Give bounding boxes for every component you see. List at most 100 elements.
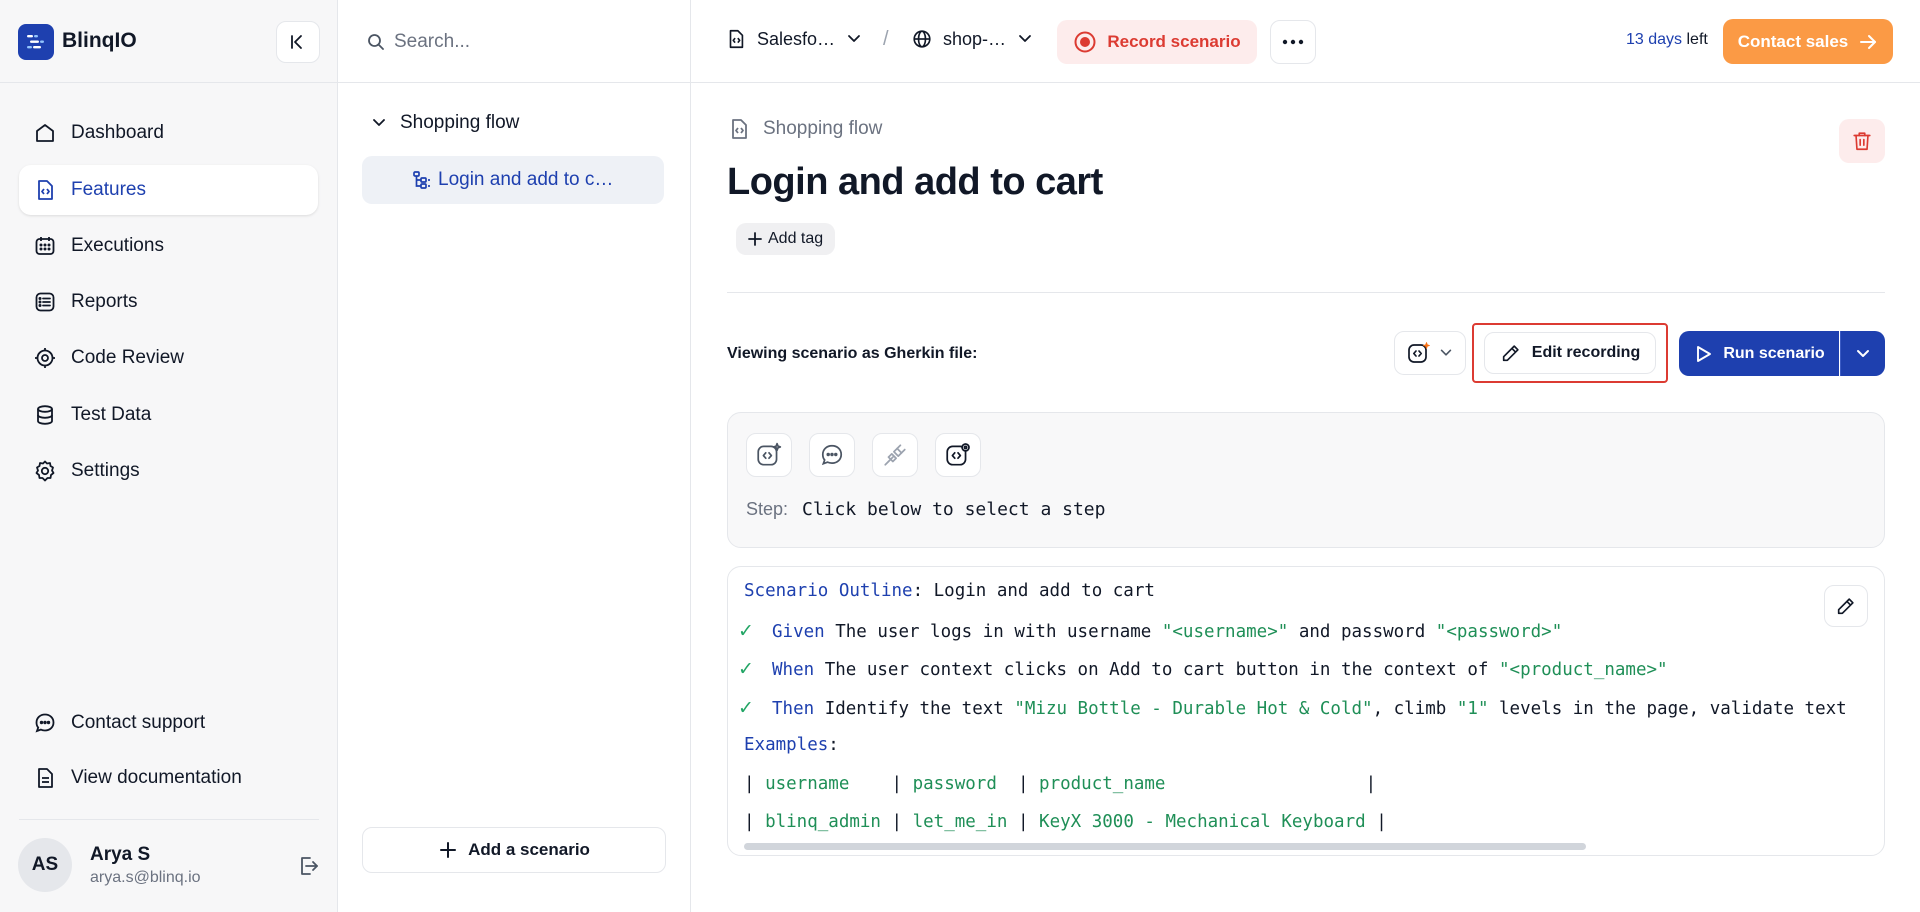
- step-value: Click below to select a step: [802, 499, 1106, 520]
- plus-icon: [748, 232, 762, 246]
- feature-name: Shopping flow: [763, 118, 883, 139]
- step-key: Step:: [746, 499, 789, 519]
- more-options-button[interactable]: [1270, 20, 1316, 64]
- step-text: levels in the page, validate text: [1488, 699, 1847, 719]
- step-line[interactable]: ✓ Given The user logs in with username "<…: [738, 620, 1563, 642]
- step-text: Identify the text: [814, 699, 1015, 719]
- scenario-tree-panel: Shopping flow Login and add to c… Add a …: [338, 0, 691, 912]
- sidebar: BlinqIO Dashboard Features Executions Re…: [0, 0, 338, 912]
- step-text: The user logs in with username: [824, 622, 1162, 642]
- check-icon: ✓: [738, 620, 754, 642]
- table-row: | username | password | product_name |: [744, 774, 1377, 794]
- brand-row: BlinqIO: [0, 0, 338, 83]
- step-param: "<product_name>": [1499, 660, 1668, 680]
- breadcrumb-separator: /: [883, 28, 889, 50]
- viewing-label: Viewing scenario as Gherkin file:: [727, 345, 978, 362]
- user-name: Arya S: [90, 844, 151, 865]
- database-icon: [37, 405, 53, 425]
- scenario-steps-icon: [413, 171, 430, 189]
- pencil-icon: [1502, 345, 1519, 362]
- step-line[interactable]: ✓ When The user context clicks on Add to …: [738, 658, 1668, 680]
- nav-item-reports[interactable]: Reports: [19, 277, 318, 327]
- project-icon: [729, 29, 744, 49]
- contact-sales-button[interactable]: Contact sales: [1723, 19, 1893, 64]
- gear-icon: [35, 460, 55, 482]
- search-icon: [368, 34, 384, 50]
- pencil-icon: [1837, 598, 1854, 615]
- top-bar: Salesfo… / shop-… Record scenario 13 day…: [691, 0, 1920, 83]
- step-text: , climb: [1372, 699, 1457, 719]
- search-row: [338, 0, 691, 83]
- feature-file-icon: [38, 180, 53, 200]
- keyword: Scenario Outline: [744, 581, 913, 601]
- delete-scenario-button[interactable]: [1839, 119, 1885, 163]
- tree-item-label: Login and add to c…: [438, 169, 614, 190]
- environment-selector[interactable]: shop-…: [911, 28, 1034, 50]
- keyword: Then: [772, 699, 815, 719]
- avatar[interactable]: AS: [18, 838, 72, 892]
- logout-icon[interactable]: [296, 854, 320, 883]
- blinqio-logo-icon: [18, 24, 54, 60]
- view-mode-dropdown[interactable]: [1394, 331, 1466, 375]
- environment-name: shop-…: [943, 28, 1007, 49]
- tree-item-scenario[interactable]: Login and add to c…: [362, 156, 664, 204]
- nav-item-label: Code Review: [71, 347, 184, 368]
- nav-item-view-documentation[interactable]: View documentation: [19, 753, 318, 803]
- chevron-down-icon: [848, 35, 860, 42]
- scenario-outline-line: Scenario Outline: Login and add to cart: [744, 581, 1155, 601]
- search-input[interactable]: [394, 26, 664, 58]
- disconnect-button[interactable]: [872, 433, 918, 477]
- add-tag-button[interactable]: Add tag: [736, 223, 836, 255]
- comment-button[interactable]: [809, 433, 855, 477]
- nav-item-contact-support[interactable]: Contact support: [19, 698, 318, 748]
- table-cell: blinq_admin: [765, 812, 881, 832]
- keyword: Examples: [744, 735, 829, 755]
- run-scenario-button[interactable]: Run scenario: [1679, 331, 1839, 376]
- edit-code-button[interactable]: [1824, 585, 1868, 627]
- nav-item-settings[interactable]: Settings: [19, 446, 318, 496]
- project-name: Salesfo…: [757, 28, 836, 49]
- nav-item-label: Dashboard: [71, 122, 164, 143]
- selected-step: Step: Click below to select a step: [746, 499, 1105, 520]
- step-param: "<password>": [1435, 622, 1563, 642]
- collapse-sidebar-button[interactable]: [276, 21, 320, 63]
- more-horizontal-icon: [1282, 39, 1304, 45]
- nav-item-label: Executions: [71, 235, 164, 256]
- step-text: and password: [1288, 622, 1436, 642]
- edit-recording-button[interactable]: Edit recording: [1484, 332, 1656, 374]
- trash-icon: [1853, 132, 1871, 151]
- add-tag-label: Add tag: [768, 230, 824, 247]
- nav-item-executions[interactable]: Executions: [19, 221, 318, 271]
- user-email: arya.s@blinq.io: [90, 869, 201, 886]
- scenario-title: : Login and add to cart: [912, 581, 1155, 601]
- code-sparkle-icon: [757, 442, 782, 466]
- edit-recording-label: Edit recording: [1531, 344, 1641, 361]
- list-report-icon: [35, 292, 55, 312]
- nav-item-test-data[interactable]: Test Data: [19, 390, 318, 440]
- calendar-grid-icon: [35, 237, 55, 255]
- chat-icon: [35, 713, 55, 733]
- horizontal-scrollbar[interactable]: [744, 843, 1586, 850]
- record-scenario-button[interactable]: Record scenario: [1057, 20, 1257, 64]
- nav-item-dashboard[interactable]: Dashboard: [19, 108, 318, 158]
- table-cell: username: [765, 774, 881, 794]
- run-options-dropdown[interactable]: [1840, 331, 1885, 376]
- gear-code-icon: [35, 348, 55, 368]
- code-settings-button[interactable]: [935, 433, 981, 477]
- nav-item-code-review[interactable]: Code Review: [19, 333, 318, 383]
- nav-item-features[interactable]: Features: [19, 165, 318, 215]
- project-selector[interactable]: Salesfo…: [725, 28, 863, 50]
- nav-item-label: Reports: [71, 291, 138, 312]
- trial-remaining: 13 days left: [1626, 31, 1708, 49]
- feature-breadcrumb[interactable]: Shopping flow: [727, 117, 882, 141]
- tree-group-shopping-flow[interactable]: Shopping flow: [370, 112, 519, 134]
- step-line[interactable]: ✓ Then Identify the text "Mizu Bottle - D…: [738, 697, 1847, 719]
- keyword: Given: [772, 622, 825, 642]
- tree-group-label: Shopping flow: [400, 112, 520, 133]
- ai-code-button[interactable]: [746, 433, 792, 477]
- colon: :: [828, 735, 839, 755]
- collapse-left-icon: [291, 35, 302, 49]
- gherkin-code-panel[interactable]: Scenario Outline: Login and add to cart …: [727, 566, 1885, 856]
- examples-line: Examples:: [744, 735, 839, 755]
- add-scenario-button[interactable]: Add a scenario: [362, 827, 666, 873]
